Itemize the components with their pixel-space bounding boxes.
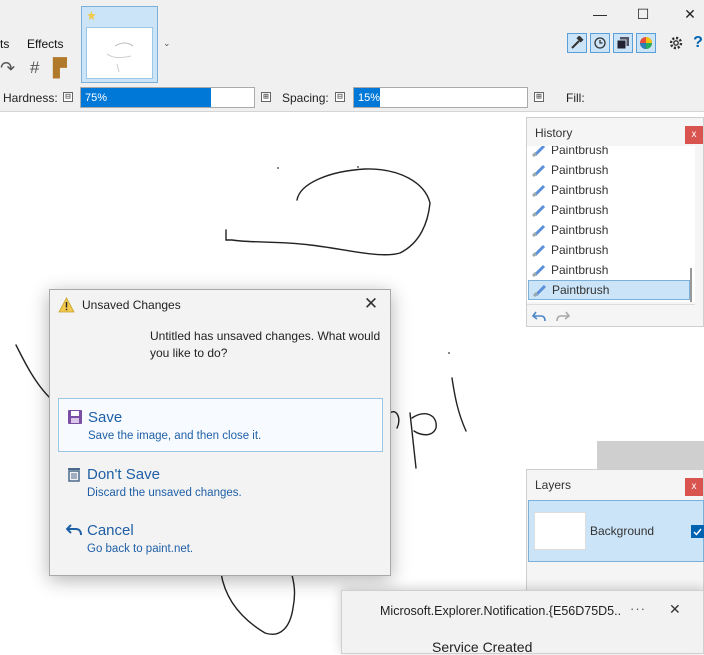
history-item[interactable]: Paintbrush <box>528 240 690 260</box>
history-title: History <box>535 126 573 140</box>
dialog-close-button[interactable]: ✕ <box>360 293 382 315</box>
redo-arrow-icon[interactable]: ↷ <box>0 58 15 78</box>
spacing-increase-button[interactable]: ⊞ <box>534 92 544 102</box>
layer-row-background[interactable]: Background <box>528 500 704 562</box>
layers-title: Layers <box>535 478 572 492</box>
more-options-button[interactable]: ··· <box>630 601 646 616</box>
hardness-label: Hardness: <box>3 91 58 105</box>
layer-thumbnail <box>534 512 586 550</box>
hardness-slider[interactable]: 75% <box>80 87 255 108</box>
paintbrush-icon <box>532 283 549 298</box>
history-close-button[interactable]: x <box>685 126 703 144</box>
history-panel: History x Paintbrush Paintbrush Paintbru… <box>526 117 704 327</box>
minimize-button[interactable]: — <box>586 3 614 25</box>
paintbrush-icon <box>531 223 548 238</box>
history-item-label: Paintbrush <box>551 163 609 177</box>
unsaved-star-icon <box>87 11 96 20</box>
layer-visibility-checkbox[interactable] <box>691 525 704 538</box>
undo-arrow-icon <box>66 524 82 536</box>
dont-save-option-description: Discard the unsaved changes. <box>87 487 242 499</box>
layers-icon[interactable] <box>613 33 633 53</box>
history-item-label: Paintbrush <box>551 243 609 257</box>
ruler-icon[interactable]: ▛ <box>53 58 67 78</box>
unsaved-changes-dialog: Unsaved Changes ✕ Untitled has unsaved c… <box>49 289 391 576</box>
paintbrush-icon <box>531 243 548 258</box>
tool-options-bar: Hardness: ⊟ 75% ⊞ Spacing: ⊟ 15% ⊞ Fill: <box>0 84 704 112</box>
history-scrollbar[interactable] <box>690 268 692 302</box>
tools-icon[interactable] <box>567 33 587 53</box>
hardness-decrease-button[interactable]: ⊟ <box>63 92 73 102</box>
image-thumbnail-preview <box>86 27 153 79</box>
hardness-increase-button[interactable]: ⊞ <box>261 92 271 102</box>
spacing-decrease-button[interactable]: ⊟ <box>335 92 345 102</box>
history-item-label: Paintbrush <box>552 283 610 297</box>
toast-title: Microsoft.Explorer.Notification.{E56D75D… <box>380 604 620 618</box>
dialog-title: Unsaved Changes <box>82 298 181 312</box>
history-icon[interactable] <box>590 33 610 53</box>
toast-notification[interactable]: Microsoft.Explorer.Notification.{E56D75D… <box>341 590 704 655</box>
dialog-message: Untitled has unsaved changes. What would… <box>150 329 381 360</box>
help-icon[interactable]: ? <box>688 33 704 53</box>
history-item[interactable]: Paintbrush <box>528 220 690 240</box>
save-option-label: Save <box>88 409 123 426</box>
trash-icon <box>68 468 80 482</box>
dont-save-option-button[interactable]: Don't Save Discard the unsaved changes. <box>58 456 383 510</box>
warning-icon <box>58 297 75 313</box>
toast-body: Service Created <box>432 639 533 655</box>
dont-save-option-label: Don't Save <box>87 466 160 483</box>
history-item-label: Paintbrush <box>551 183 609 197</box>
colors-icon[interactable] <box>636 33 656 53</box>
fill-label: Fill: <box>566 91 585 105</box>
history-item[interactable]: Paintbrush <box>528 260 690 280</box>
layer-name: Background <box>590 524 655 538</box>
undo-icon[interactable] <box>531 308 547 324</box>
menu-item-adjustments[interactable]: ts <box>0 37 9 51</box>
hardness-value: 75% <box>85 92 108 104</box>
history-item-label: Paintbrush <box>551 203 609 217</box>
spacing-value: 15% <box>358 92 381 104</box>
chevron-down-icon[interactable]: ⌄ <box>163 38 171 49</box>
history-list[interactable]: Paintbrush Paintbrush Paintbrush Paintbr… <box>527 146 695 302</box>
menu-item-effects[interactable]: Effects <box>27 37 63 51</box>
paintbrush-icon <box>531 203 548 218</box>
history-item-label: Paintbrush <box>551 223 609 237</box>
grid-icon[interactable]: # <box>30 58 39 78</box>
cancel-option-button[interactable]: Cancel Go back to paint.net. <box>58 512 383 566</box>
history-item[interactable]: Paintbrush <box>528 180 690 200</box>
save-option-button[interactable]: Save Save the image, and then close it. <box>58 398 383 452</box>
toast-close-button[interactable]: ✕ <box>669 601 681 618</box>
maximize-button[interactable]: ☐ <box>629 3 657 25</box>
save-option-description: Save the image, and then close it. <box>88 430 262 442</box>
close-window-button[interactable]: ✕ <box>676 3 704 25</box>
history-item-selected[interactable]: Paintbrush <box>528 280 690 300</box>
redo-icon[interactable] <box>555 308 571 324</box>
paintbrush-icon <box>531 263 548 278</box>
cancel-option-description: Go back to paint.net. <box>87 543 194 555</box>
history-item[interactable]: Paintbrush <box>528 160 690 180</box>
top-toolbar: ts Effects ⌄ — ☐ ✕ ? ↷ # ▛ <box>0 0 704 84</box>
history-footer <box>527 304 695 326</box>
spacing-label: Spacing: <box>282 91 329 105</box>
paintbrush-icon <box>531 183 548 198</box>
history-item[interactable]: Paintbrush <box>528 146 690 160</box>
history-item-label: Paintbrush <box>551 146 609 157</box>
history-item-label: Paintbrush <box>551 263 609 277</box>
cancel-option-label: Cancel <box>87 522 134 539</box>
gear-icon[interactable] <box>666 33 686 53</box>
save-floppy-icon <box>68 410 82 424</box>
history-item[interactable]: Paintbrush <box>528 200 690 220</box>
paintbrush-icon <box>531 163 548 178</box>
layers-close-button[interactable]: x <box>685 478 703 496</box>
paintbrush-icon <box>531 146 548 158</box>
spacing-slider[interactable]: 15% <box>353 87 528 108</box>
image-tab-thumbnail[interactable] <box>81 6 158 83</box>
